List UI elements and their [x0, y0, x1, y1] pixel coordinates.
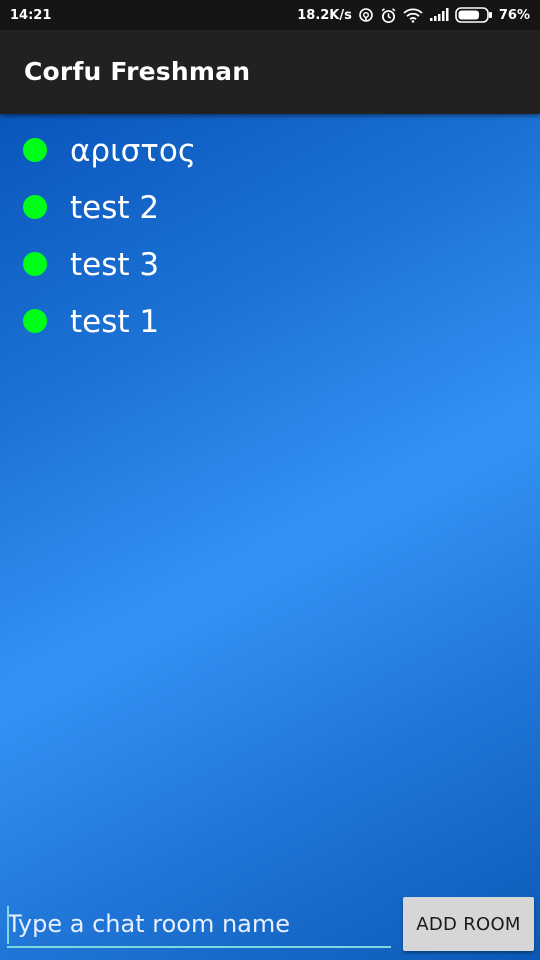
online-status-icon [23, 251, 47, 276]
network-speed: 18.2K/s [297, 7, 352, 23]
room-name: αριστος [70, 133, 197, 169]
alarm-icon [380, 7, 397, 24]
room-item[interactable]: αριστος [0, 123, 540, 180]
status-time: 14:21 [10, 7, 52, 23]
online-status-icon [23, 308, 47, 333]
online-status-icon [23, 137, 47, 162]
online-status-icon [23, 194, 47, 219]
room-name: test 1 [70, 304, 160, 340]
room-name-input-wrapper [7, 902, 391, 948]
room-name: test 3 [70, 247, 160, 283]
app-title: Corfu Freshman [24, 56, 251, 86]
app-bar: Corfu Freshman [0, 30, 540, 114]
room-list: αριστος test 2 test 3 test 1 [0, 123, 540, 351]
room-name-input[interactable] [7, 902, 391, 948]
room-item[interactable]: test 3 [0, 237, 540, 294]
room-name: test 2 [70, 190, 160, 226]
battery-icon [455, 7, 493, 23]
chat-room-list-screen: αριστος test 2 test 3 test 1 [0, 114, 540, 960]
add-room-button[interactable]: ADD ROOM [403, 897, 534, 951]
room-item[interactable]: test 2 [0, 180, 540, 237]
room-item[interactable]: test 1 [0, 294, 540, 351]
battery-percent: 76% [498, 7, 530, 23]
text-cursor [7, 906, 9, 944]
status-icons: 18.2K/s 76% [297, 7, 530, 24]
status-bar: 14:21 18.2K/s 76% [0, 0, 540, 30]
hotspot-icon [358, 7, 374, 23]
wifi-icon [403, 8, 423, 23]
signal-icon [429, 8, 449, 22]
